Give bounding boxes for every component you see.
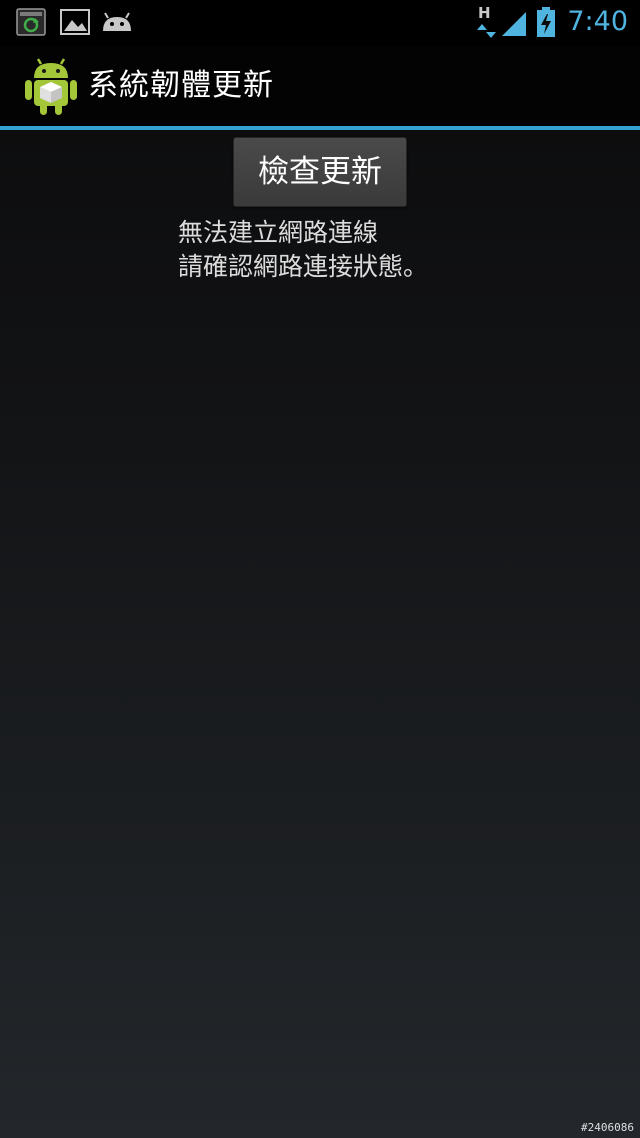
network-type-label: H	[478, 4, 491, 22]
error-message-line-2: 請確認網路連接狀態。	[178, 252, 429, 281]
status-clock: 7:40	[567, 6, 628, 37]
error-message: 無法建立網路連線 請確認網路連接狀態。	[178, 216, 598, 284]
android-notification-icon	[100, 7, 134, 41]
gallery-notification-icon	[60, 7, 90, 41]
battery-charging-icon	[536, 6, 556, 42]
error-message-line-1: 無法建立網路連線	[178, 218, 379, 247]
mobile-data-icon: H	[474, 4, 498, 44]
sync-notification-icon	[16, 7, 46, 41]
status-bar: H 7:40	[0, 0, 640, 46]
watermark: #2406086	[581, 1121, 634, 1134]
app-title: 系統韌體更新	[88, 68, 274, 103]
check-update-button[interactable]: 檢查更新	[233, 137, 407, 207]
signal-icon	[500, 8, 528, 42]
action-bar-divider	[0, 126, 640, 130]
action-bar: 系統韌體更新	[0, 46, 640, 126]
android-package-icon	[24, 58, 78, 116]
